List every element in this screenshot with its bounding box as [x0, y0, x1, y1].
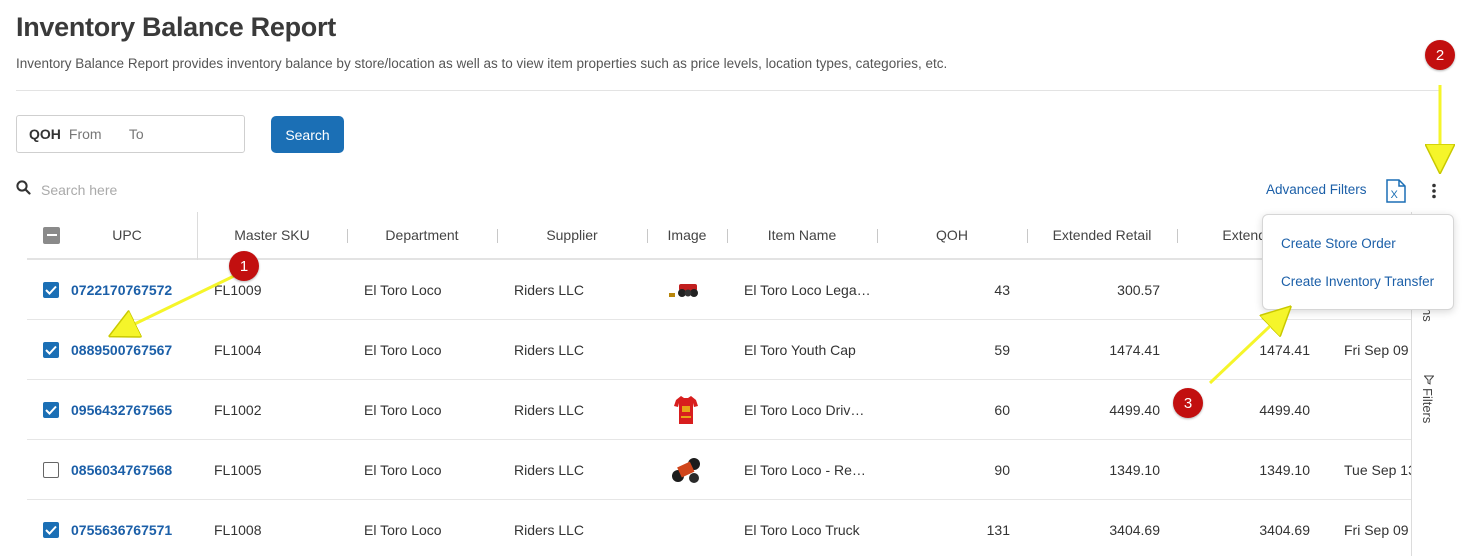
table-row[interactable]: 0856034767568 FL1005 El Toro Loco Riders…: [27, 440, 1412, 500]
toy-truck-thumbnail: [670, 440, 702, 499]
search-icon: [16, 180, 31, 200]
page-title: Inventory Balance Report: [16, 12, 336, 42]
master-sku: FL1004: [214, 341, 262, 358]
row-checkbox[interactable]: [43, 260, 59, 319]
item-name: El Toro Loco Truck: [744, 521, 860, 538]
upc-link[interactable]: 0889500767567: [71, 320, 172, 379]
table-row[interactable]: 0956432767565 FL1002 El Toro Loco Riders…: [27, 380, 1412, 440]
columns-tab[interactable]: ns: [1420, 308, 1435, 322]
column-header-supplier[interactable]: Supplier: [502, 212, 642, 258]
qoh-value: 131: [986, 521, 1010, 538]
qoh-value: 59: [994, 341, 1010, 358]
select-all-checkbox[interactable]: [43, 212, 60, 258]
extended-retail-value: 3404.69: [1109, 521, 1160, 538]
extended-retail-value: 4499.40: [1109, 401, 1160, 418]
date-value: Fri Sep 09 2: [1344, 341, 1412, 358]
supplier: Riders LLC: [514, 461, 585, 478]
svg-text:X: X: [1391, 189, 1399, 201]
column-header-upc[interactable]: UPC: [67, 212, 187, 258]
row-checkbox[interactable]: [43, 500, 59, 556]
header-divider: [16, 90, 1440, 91]
department: El Toro Loco: [364, 281, 442, 298]
qoh-value: 43: [994, 281, 1010, 298]
table-search: [16, 180, 341, 200]
upc-link[interactable]: 0956432767565: [71, 380, 172, 439]
column-header-department[interactable]: Department: [352, 212, 492, 258]
red-shirt-thumbnail: [673, 380, 699, 439]
filters-tab[interactable]: Filters: [1420, 388, 1435, 423]
column-header-master-sku[interactable]: Master SKU: [202, 212, 342, 258]
search-input[interactable]: [41, 182, 341, 198]
row-checkbox[interactable]: [43, 320, 59, 379]
extended-value: 3404.69: [1259, 521, 1310, 538]
item-name: El Toro Loco Lega…: [744, 281, 871, 298]
column-header-extended-retail[interactable]: Extended Retail: [1027, 212, 1177, 258]
upc-link[interactable]: 0755636767571: [71, 500, 172, 556]
extended-value: 1474.41: [1259, 341, 1310, 358]
qoh-range-filter: QOH: [16, 115, 245, 153]
date-value: Fri Sep 09 2: [1344, 521, 1412, 538]
date-value: Tue Sep 13: [1344, 461, 1412, 478]
supplier: Riders LLC: [514, 401, 585, 418]
search-button[interactable]: Search: [271, 116, 344, 153]
master-sku: FL1005: [214, 461, 262, 478]
table-row[interactable]: 0889500767567 FL1004 El Toro Loco Riders…: [27, 320, 1412, 380]
column-header-item-name[interactable]: Item Name: [727, 212, 877, 258]
row-checkbox[interactable]: [43, 380, 59, 439]
qoh-to-input[interactable]: [128, 126, 209, 142]
qoh-label: QOH: [29, 126, 61, 142]
item-name: El Toro Youth Cap: [744, 341, 856, 358]
extended-retail-value: 1349.10: [1109, 461, 1160, 478]
qoh-value: 90: [994, 461, 1010, 478]
annotation-badge-1: 1: [229, 251, 259, 281]
table-row[interactable]: 0755636767571 FL1008 El Toro Loco Riders…: [27, 500, 1412, 556]
upc-link[interactable]: 0856034767568: [71, 440, 172, 499]
upc-link[interactable]: 0722170767572: [71, 260, 172, 319]
page-description: Inventory Balance Report provides invent…: [16, 56, 948, 71]
excel-export-icon[interactable]: X: [1385, 179, 1407, 208]
annotation-badge-2: 2: [1425, 40, 1455, 70]
item-name: El Toro Loco Driv…: [744, 401, 865, 418]
qoh-value: 60: [994, 401, 1010, 418]
actions-dropdown-menu: Create Store Order Create Inventory Tran…: [1262, 214, 1454, 310]
extended-value: 1349.10: [1259, 461, 1310, 478]
monster-truck-thumbnail: [667, 260, 705, 319]
annotation-badge-3: 3: [1173, 388, 1203, 418]
row-checkbox[interactable]: [43, 440, 59, 499]
column-header-qoh[interactable]: QOH: [877, 212, 1027, 258]
department: El Toro Loco: [364, 521, 442, 538]
column-header-image[interactable]: Image: [652, 212, 722, 258]
advanced-filters-link[interactable]: Advanced Filters: [1266, 182, 1367, 197]
supplier: Riders LLC: [514, 281, 585, 298]
create-store-order-item[interactable]: Create Store Order: [1281, 236, 1396, 251]
master-sku: FL1008: [214, 521, 262, 538]
department: El Toro Loco: [364, 401, 442, 418]
kebab-menu-icon[interactable]: [1424, 180, 1444, 202]
qoh-from-input[interactable]: [68, 126, 129, 142]
create-inventory-transfer-item[interactable]: Create Inventory Transfer: [1281, 274, 1434, 289]
supplier: Riders LLC: [514, 341, 585, 358]
extended-retail-value: 300.57: [1117, 281, 1160, 298]
department: El Toro Loco: [364, 341, 442, 358]
department: El Toro Loco: [364, 461, 442, 478]
item-name: El Toro Loco - Re…: [744, 461, 866, 478]
header-divider-upc: [197, 212, 198, 260]
supplier: Riders LLC: [514, 521, 585, 538]
master-sku: FL1002: [214, 401, 262, 418]
extended-retail-value: 1474.41: [1109, 341, 1160, 358]
